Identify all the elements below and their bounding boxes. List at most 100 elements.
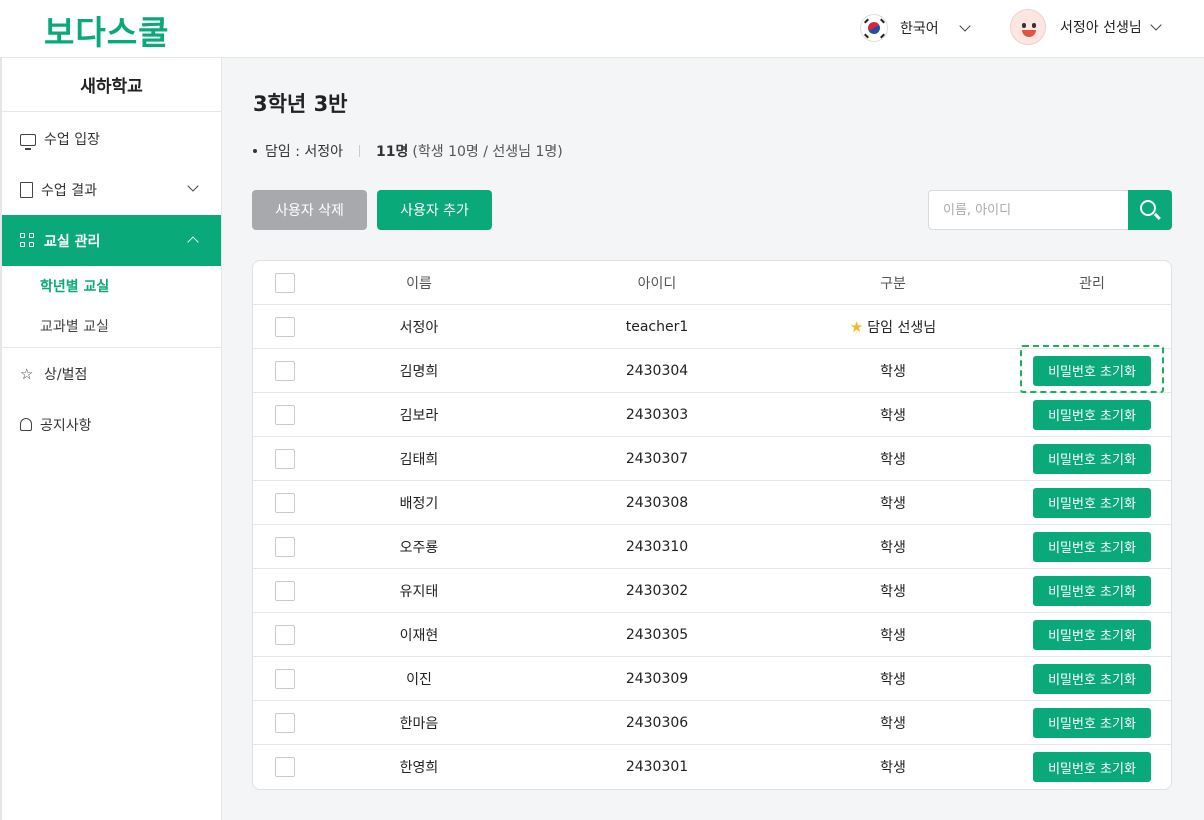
sidebar-item-label: 수업 입장 bbox=[44, 131, 100, 148]
manage-cell: 비밀번호 초기화 bbox=[1013, 399, 1171, 430]
row-checkbox[interactable] bbox=[275, 360, 295, 381]
sidebar-item-class-entry[interactable]: 수업 입장 bbox=[2, 113, 221, 164]
bullet-icon bbox=[253, 149, 257, 153]
sidebar-item-class-results[interactable]: 수업 결과 bbox=[2, 164, 221, 215]
table-row: 김명희 2430304 학생 비밀번호 초기화 bbox=[253, 345, 1171, 393]
avatar bbox=[1010, 9, 1046, 45]
manage-cell: 비밀번호 초기화 bbox=[1013, 443, 1171, 474]
user-type: 학생 bbox=[880, 583, 906, 600]
column-header-name: 이름 bbox=[406, 275, 432, 292]
user-type-cell: 학생 bbox=[773, 625, 1013, 645]
logo[interactable]: 보다스쿨 bbox=[44, 6, 169, 54]
korea-flag-icon bbox=[860, 14, 888, 42]
table-header: 이름 아이디 구분 관리 bbox=[253, 261, 1171, 305]
chevron-down-icon bbox=[187, 180, 199, 192]
add-user-button[interactable]: 사용자 추가 bbox=[377, 190, 492, 230]
sidebar-item-label: 수업 결과 bbox=[41, 182, 97, 199]
table-row: 이진 2430309 학생 비밀번호 초기화 bbox=[253, 657, 1171, 701]
chevron-down-icon bbox=[958, 19, 971, 32]
page-title: 3학년 3반 bbox=[253, 92, 348, 116]
user-name: 김태희 bbox=[399, 451, 439, 468]
user-type-cell: 학생 bbox=[773, 757, 1013, 777]
user-type: 학생 bbox=[880, 760, 906, 776]
user-id: 2430303 bbox=[625, 406, 689, 423]
user-type: 학생 bbox=[880, 407, 906, 424]
row-checkbox[interactable] bbox=[275, 668, 295, 689]
sidebar-subitem-grade-classroom[interactable]: 학년별 교실 bbox=[2, 266, 221, 306]
user-table: 이름 아이디 구분 관리 서정아 teacher1 ★ 담임 선생님 김명희 243030… bbox=[252, 260, 1172, 790]
user-type: 학생 bbox=[880, 495, 906, 512]
manage-cell: 비밀번호 초기화 bbox=[1013, 487, 1171, 518]
user-type-cell: 학생 bbox=[773, 449, 1013, 469]
sidebar-subitem-subject-classroom[interactable]: 교과별 교실 bbox=[2, 306, 221, 346]
bell-icon bbox=[20, 418, 32, 431]
table-row: 서정아 teacher1 ★ 담임 선생님 bbox=[253, 305, 1171, 349]
table-row: 이재현 2430305 학생 비밀번호 초기화 bbox=[253, 613, 1171, 657]
school-name: 새하학교 bbox=[2, 58, 221, 112]
user-type: 학생 bbox=[880, 627, 906, 644]
user-name: 한영희 bbox=[399, 760, 439, 776]
language-selector[interactable]: 한국어 bbox=[860, 13, 971, 43]
reset-password-button[interactable]: 비밀번호 초기화 bbox=[1033, 399, 1151, 430]
reset-password-button[interactable]: 비밀번호 초기화 bbox=[1033, 487, 1151, 518]
delete-user-button[interactable]: 사용자 삭제 bbox=[252, 190, 367, 230]
user-menu[interactable]: 서정아 선생님 bbox=[1010, 9, 1162, 45]
sidebar-item-notices[interactable]: 공지사항 bbox=[2, 399, 221, 450]
user-type: 학생 bbox=[880, 363, 906, 380]
member-count-detail: (학생 10명 / 선생님 1명) bbox=[412, 144, 563, 160]
row-checkbox[interactable] bbox=[275, 536, 295, 557]
search-button[interactable] bbox=[1128, 190, 1172, 230]
manage-cell: 비밀번호 초기화 bbox=[1013, 619, 1171, 650]
reset-password-button[interactable]: 비밀번호 초기화 bbox=[1033, 531, 1151, 562]
reset-password-button[interactable]: 비밀번호 초기화 bbox=[1033, 575, 1151, 606]
column-header-id: 아이디 bbox=[637, 275, 677, 292]
reset-password-button[interactable]: 비밀번호 초기화 bbox=[1033, 707, 1151, 738]
user-id: 2430310 bbox=[625, 538, 689, 555]
reset-password-button[interactable]: 비밀번호 초기화 bbox=[1033, 619, 1151, 650]
sidebar-item-classroom-management[interactable]: 교실 관리 bbox=[2, 215, 221, 266]
user-type-cell: 학생 bbox=[773, 537, 1013, 557]
row-checkbox[interactable] bbox=[275, 492, 295, 513]
book-icon bbox=[20, 181, 33, 198]
table-row: 김보라 2430303 학생 비밀번호 초기화 bbox=[253, 393, 1171, 437]
homeroom-teacher: 담임 : 서정아 bbox=[265, 144, 344, 160]
row-checkbox[interactable] bbox=[275, 580, 295, 601]
sidebar-item-label: 교실 관리 bbox=[44, 233, 101, 250]
select-all-checkbox[interactable] bbox=[275, 272, 295, 293]
manage-cell: 비밀번호 초기화 bbox=[1013, 707, 1171, 738]
row-checkbox[interactable] bbox=[275, 624, 295, 645]
row-checkbox[interactable] bbox=[275, 712, 295, 733]
grid-icon bbox=[20, 232, 36, 249]
row-checkbox[interactable] bbox=[275, 316, 295, 337]
table-row: 김태희 2430307 학생 비밀번호 초기화 bbox=[253, 437, 1171, 481]
reset-password-button[interactable]: 비밀번호 초기화 bbox=[1033, 443, 1151, 474]
user-id: 2430309 bbox=[625, 670, 689, 687]
user-type-cell: ★ 담임 선생님 bbox=[773, 317, 1013, 337]
user-id: 2430305 bbox=[625, 626, 689, 643]
reset-password-button[interactable]: 비밀번호 초기화 bbox=[1033, 663, 1151, 694]
highlight-box bbox=[1020, 345, 1164, 393]
row-checkbox[interactable] bbox=[275, 448, 295, 469]
sidebar-item-merit-points[interactable]: ☆ 상/벌점 bbox=[2, 348, 221, 399]
user-id: 2430301 bbox=[625, 759, 689, 775]
user-type: 학생 bbox=[880, 671, 906, 688]
user-type-cell: 학생 bbox=[773, 669, 1013, 689]
column-header-type: 구분 bbox=[880, 275, 906, 292]
user-name: 김보라 bbox=[399, 407, 439, 424]
table-row: 한마음 2430306 학생 비밀번호 초기화 bbox=[253, 701, 1171, 745]
reset-password-button[interactable]: 비밀번호 초기화 bbox=[1033, 752, 1151, 782]
row-checkbox[interactable] bbox=[275, 404, 295, 425]
table-row: 오주룡 2430310 학생 비밀번호 초기화 bbox=[253, 525, 1171, 569]
user-id: 2430306 bbox=[625, 714, 689, 731]
search-input[interactable] bbox=[928, 190, 1130, 230]
monitor-icon bbox=[20, 133, 36, 150]
divider bbox=[359, 145, 361, 157]
table-row: 배정기 2430308 학생 비밀번호 초기화 bbox=[253, 481, 1171, 525]
sidebar-item-label: 상/벌점 bbox=[44, 366, 88, 383]
user-name: 이재현 bbox=[399, 627, 439, 644]
row-checkbox[interactable] bbox=[275, 757, 295, 777]
user-type-cell: 학생 bbox=[773, 581, 1013, 601]
class-info: 담임 : 서정아 11명 (학생 10명 / 선생님 1명) bbox=[253, 141, 563, 161]
user-id: 2430308 bbox=[625, 494, 689, 511]
user-type-cell: 학생 bbox=[773, 405, 1013, 425]
